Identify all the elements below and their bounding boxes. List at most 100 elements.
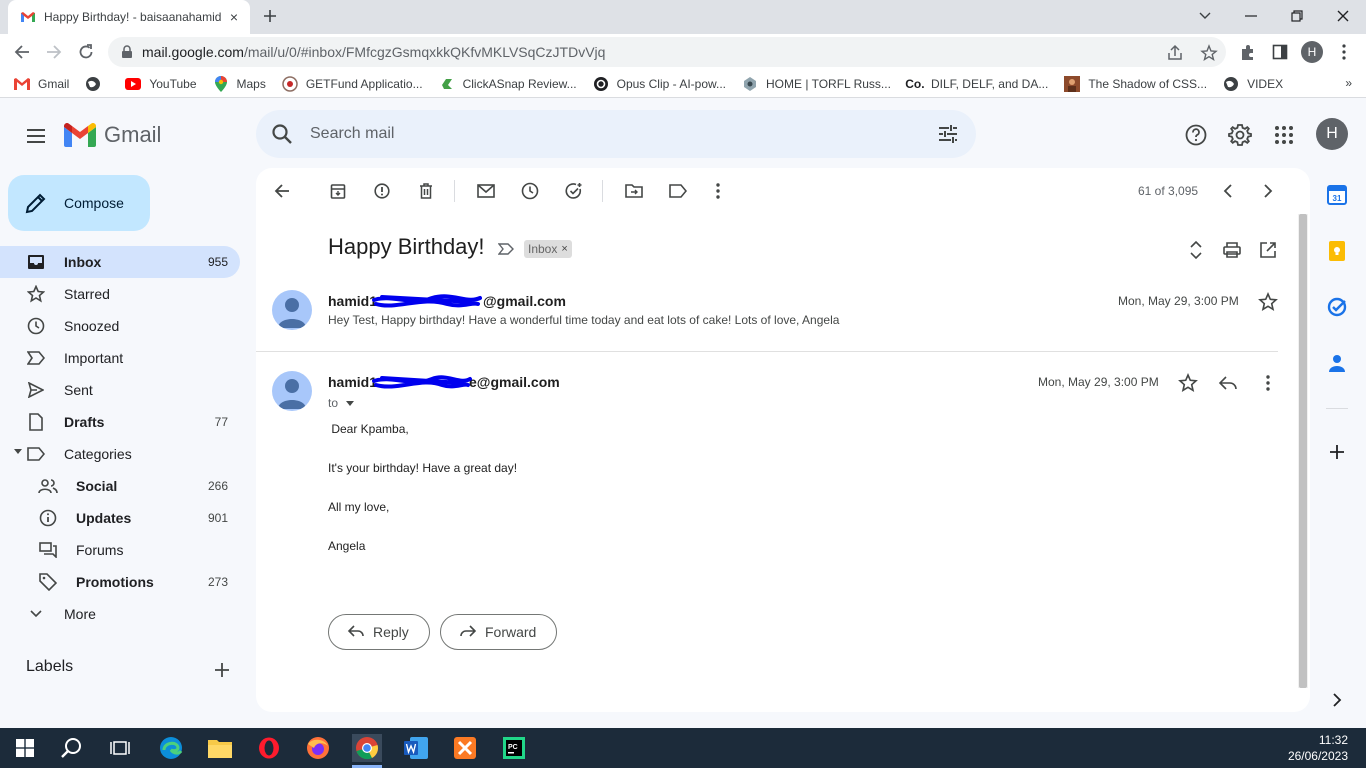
categories-caret-icon[interactable]	[14, 449, 22, 454]
sidebar-item-starred[interactable]: Starred	[0, 278, 240, 310]
reply-button[interactable]: Reply	[328, 614, 430, 650]
sidebar-item-inbox[interactable]: Inbox 955	[0, 246, 240, 278]
sidebar-item-important[interactable]: Important	[0, 342, 240, 374]
sidebar-item-updates[interactable]: Updates 901	[0, 502, 240, 534]
sidebar-item-sent[interactable]: Sent	[0, 374, 240, 406]
bookmark-clickasnap[interactable]: ClickASnap Review...	[439, 76, 577, 92]
file-explorer-icon[interactable]	[205, 734, 235, 762]
help-icon[interactable]	[1183, 122, 1209, 148]
address-bar[interactable]: mail.google.com/mail/u/0/#inbox/FMfcgzGs…	[108, 37, 1226, 67]
sidebar-item-forums[interactable]: Forums	[0, 534, 240, 566]
browser-profile-avatar[interactable]: H	[1301, 41, 1323, 63]
bookmark-youtube[interactable]: YouTube	[125, 76, 197, 92]
gmail-favicon-icon	[21, 12, 35, 22]
pycharm-icon[interactable]: PC	[499, 734, 529, 762]
main-menu-icon[interactable]	[22, 122, 50, 150]
expand-all-icon[interactable]	[1186, 240, 1206, 260]
remove-label-icon[interactable]: ×	[561, 243, 567, 255]
tasks-icon[interactable]	[1326, 296, 1348, 318]
bookmark-getfund[interactable]: GETFund Applicatio...	[282, 75, 423, 92]
add-to-tasks-icon[interactable]	[564, 181, 584, 201]
restore-icon[interactable]	[1274, 0, 1320, 32]
back-icon[interactable]	[10, 40, 34, 64]
taskbar-search-icon[interactable]	[57, 734, 87, 762]
browser-menu-icon[interactable]	[1334, 42, 1354, 62]
delete-icon[interactable]	[416, 181, 436, 201]
calendar-icon[interactable]: 31	[1326, 184, 1348, 206]
extensions-icon[interactable]	[1238, 42, 1258, 62]
opera-icon[interactable]	[254, 734, 284, 762]
archive-icon[interactable]	[328, 181, 348, 201]
sidebar-item-social[interactable]: Social 266	[0, 470, 240, 502]
more-actions-icon[interactable]	[708, 181, 728, 201]
xampp-icon[interactable]	[450, 734, 480, 762]
sidebar-item-drafts[interactable]: Drafts 77	[0, 406, 240, 438]
add-label-icon[interactable]	[212, 660, 232, 680]
scrollbar-thumb[interactable]	[1299, 214, 1307, 688]
recipient-dropdown[interactable]: to	[328, 396, 355, 410]
move-to-icon[interactable]	[624, 181, 644, 201]
system-clock[interactable]: 11:32 26/06/2023	[1288, 732, 1348, 764]
show-side-panel-icon[interactable]	[1326, 689, 1348, 711]
bookmark-globe[interactable]	[85, 76, 109, 92]
open-in-new-window-icon[interactable]	[1258, 240, 1278, 260]
star-icon[interactable]	[1258, 292, 1278, 312]
bookmark-dilf[interactable]: Co. DILF, DELF, and DA...	[905, 76, 1048, 92]
edge-icon[interactable]	[156, 734, 186, 762]
settings-gear-icon[interactable]	[1227, 122, 1253, 148]
message-more-icon[interactable]	[1258, 373, 1278, 393]
minimize-icon[interactable]	[1228, 0, 1274, 32]
bookmarks-overflow-icon[interactable]: »	[1345, 76, 1352, 90]
bookmark-torfl[interactable]: HOME | TORFL Russ...	[742, 76, 891, 92]
compose-button[interactable]: Compose	[8, 175, 150, 231]
sidebar-item-promotions[interactable]: Promotions 273	[0, 566, 240, 598]
windows-start-icon[interactable]	[10, 734, 40, 762]
bookmark-star-icon[interactable]	[1200, 44, 1218, 62]
labels-icon[interactable]	[668, 181, 688, 201]
star-icon[interactable]	[1178, 373, 1198, 393]
search-icon[interactable]	[270, 122, 294, 146]
get-addons-icon[interactable]	[1326, 441, 1348, 463]
task-view-icon[interactable]	[105, 734, 135, 762]
newer-icon[interactable]	[1218, 181, 1238, 201]
tab-close-icon[interactable]: ×	[226, 9, 242, 25]
older-icon[interactable]	[1258, 181, 1278, 201]
info-icon	[38, 508, 58, 528]
chrome-icon[interactable]	[352, 734, 382, 762]
share-icon[interactable]	[1166, 44, 1184, 62]
side-panel-icon[interactable]	[1270, 42, 1290, 62]
bookmark-gmail[interactable]: Gmail	[14, 76, 69, 92]
tab-search-icon[interactable]	[1182, 0, 1228, 32]
gmail-logo[interactable]: Gmail	[64, 122, 161, 148]
bookmark-maps[interactable]: Maps	[213, 75, 266, 92]
forward-button[interactable]: Forward	[440, 614, 558, 650]
search-input[interactable]: Search mail	[310, 125, 394, 143]
account-avatar[interactable]: H	[1316, 118, 1348, 150]
sidebar-item-snoozed[interactable]: Snoozed	[0, 310, 240, 342]
report-spam-icon[interactable]	[372, 181, 392, 201]
sidebar-item-more[interactable]: More	[0, 598, 240, 630]
apps-grid-icon[interactable]	[1271, 122, 1297, 148]
send-icon	[26, 380, 46, 400]
firefox-icon[interactable]	[303, 734, 333, 762]
mark-unread-icon[interactable]	[476, 181, 496, 201]
reply-icon[interactable]	[1218, 373, 1238, 393]
bookmark-shadow-css[interactable]: The Shadow of CSS...	[1064, 75, 1207, 92]
bookmark-videx[interactable]: VIDEX	[1223, 76, 1283, 92]
search-options-icon[interactable]	[936, 122, 960, 146]
snooze-icon[interactable]	[520, 181, 540, 201]
bookmark-opus[interactable]: Opus Clip - AI-pow...	[593, 76, 726, 92]
keep-icon[interactable]	[1326, 240, 1348, 262]
contacts-icon[interactable]	[1326, 352, 1348, 374]
search-bar[interactable]: Search mail	[256, 110, 976, 158]
word-icon[interactable]	[401, 734, 431, 762]
close-window-icon[interactable]	[1320, 0, 1366, 32]
forward-icon[interactable]	[42, 40, 66, 64]
browser-tab[interactable]: Happy Birthday! - baisaanahamid ×	[8, 0, 250, 34]
back-to-inbox-icon[interactable]	[272, 181, 292, 201]
new-tab-icon[interactable]	[260, 6, 280, 26]
reload-icon[interactable]	[74, 40, 98, 64]
important-marker-icon[interactable]	[498, 241, 514, 257]
print-icon[interactable]	[1222, 240, 1242, 260]
sidebar-item-categories[interactable]: Categories	[0, 438, 240, 470]
